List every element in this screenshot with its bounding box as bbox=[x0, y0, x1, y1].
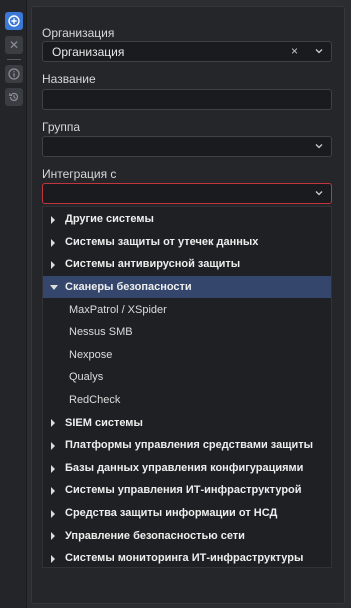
tree-child-item[interactable]: RedCheck bbox=[43, 389, 331, 412]
tree-item-label: MaxPatrol / XSpider bbox=[69, 303, 167, 316]
tree-group-item[interactable]: Системы защиты от утечек данных bbox=[43, 231, 331, 254]
tree-item-label: Nessus SMB bbox=[69, 326, 133, 339]
left-toolbar: ✕ bbox=[0, 0, 27, 608]
tree-item-label: Сканеры безопасности bbox=[65, 281, 192, 294]
tree-child-item[interactable]: Nexpose bbox=[43, 344, 331, 367]
close-glyph: ✕ bbox=[8, 38, 20, 52]
organization-select[interactable]: Организация × bbox=[42, 41, 332, 62]
tree-group-item[interactable]: SIEM системы bbox=[43, 411, 331, 434]
integration-label: Интеграция с bbox=[42, 167, 117, 181]
chevron-down-icon[interactable] bbox=[314, 141, 324, 151]
group-select[interactable] bbox=[42, 136, 332, 157]
caret-down-icon[interactable] bbox=[50, 284, 58, 290]
toolbar-divider bbox=[7, 59, 21, 60]
caret-right-icon[interactable] bbox=[51, 464, 55, 473]
caret-right-icon[interactable] bbox=[51, 216, 55, 224]
tree-item-label: Платформы управления средствами защиты bbox=[65, 439, 314, 452]
tree-group-item[interactable]: Средства защиты информации от НСД bbox=[43, 502, 331, 525]
tree-item-label: Другие системы bbox=[65, 213, 154, 226]
integration-dropdown: Другие системы Системы защиты от утечек д… bbox=[42, 206, 332, 568]
tree-item-label: SIEM системы bbox=[65, 416, 143, 429]
caret-right-icon[interactable] bbox=[51, 509, 55, 518]
tree-group-item[interactable]: Другие системы bbox=[43, 208, 331, 231]
chevron-down-icon[interactable] bbox=[314, 46, 324, 56]
caret-right-icon[interactable] bbox=[51, 261, 55, 270]
tree-group-item[interactable]: Системы антивирусной защиты bbox=[43, 253, 331, 276]
tree-item-label: Qualys bbox=[69, 371, 104, 384]
tree-item-label: Управление безопасностью сети bbox=[65, 529, 245, 542]
name-input[interactable] bbox=[42, 89, 332, 110]
tree-group-item[interactable]: Системы мониторинга ИТ-инфраструктуры bbox=[43, 547, 331, 570]
plus-circle-icon[interactable] bbox=[5, 12, 23, 30]
name-label: Название bbox=[42, 72, 96, 86]
chevron-down-icon[interactable] bbox=[314, 188, 324, 198]
tree-group-item[interactable]: Базы данных управления конфигурациями bbox=[43, 457, 331, 480]
tree-group-item[interactable]: Управление безопасностью сети bbox=[43, 524, 331, 547]
tree-item-label: Системы антивирусной защиты bbox=[65, 258, 241, 271]
clear-icon[interactable]: × bbox=[291, 44, 298, 58]
caret-right-icon[interactable] bbox=[51, 555, 55, 563]
tree-item-label: Базы данных управления конфигурациями bbox=[65, 461, 304, 474]
close-icon[interactable]: ✕ bbox=[5, 36, 23, 54]
tree-group-item[interactable]: Системы управления ИТ-инфраструктурой bbox=[43, 479, 331, 502]
tree-group-item[interactable]: Сканеры безопасности bbox=[43, 275, 331, 299]
caret-right-icon[interactable] bbox=[51, 419, 55, 428]
tree-child-item[interactable]: Qualys bbox=[43, 366, 331, 389]
caret-right-icon[interactable] bbox=[51, 487, 55, 496]
history-icon[interactable] bbox=[5, 88, 23, 106]
organization-label: Организация bbox=[42, 26, 115, 40]
caret-right-icon[interactable] bbox=[51, 532, 55, 541]
tree-child-item[interactable]: Nessus SMB bbox=[43, 321, 331, 344]
tree-item-label: Средства защиты информации от НСД bbox=[65, 507, 278, 520]
tree-item-label: Системы управления ИТ-инфраструктурой bbox=[65, 484, 302, 497]
tree-item-label: Nexpose bbox=[69, 348, 113, 361]
caret-right-icon[interactable] bbox=[51, 238, 55, 247]
info-icon[interactable] bbox=[5, 65, 23, 83]
tree-child-item[interactable]: MaxPatrol / XSpider bbox=[43, 298, 331, 321]
organization-value: Организация bbox=[52, 45, 125, 59]
tree-item-label: Системы мониторинга ИТ-инфраструктуры bbox=[65, 552, 304, 565]
integration-select[interactable] bbox=[42, 183, 332, 204]
tree-item-label: RedCheck bbox=[69, 394, 121, 407]
group-label: Группа bbox=[42, 120, 81, 134]
tree-group-item[interactable]: Платформы управления средствами защиты bbox=[43, 434, 331, 457]
tree-item-label: Системы защиты от утечек данных bbox=[65, 235, 259, 248]
caret-right-icon[interactable] bbox=[51, 442, 55, 450]
